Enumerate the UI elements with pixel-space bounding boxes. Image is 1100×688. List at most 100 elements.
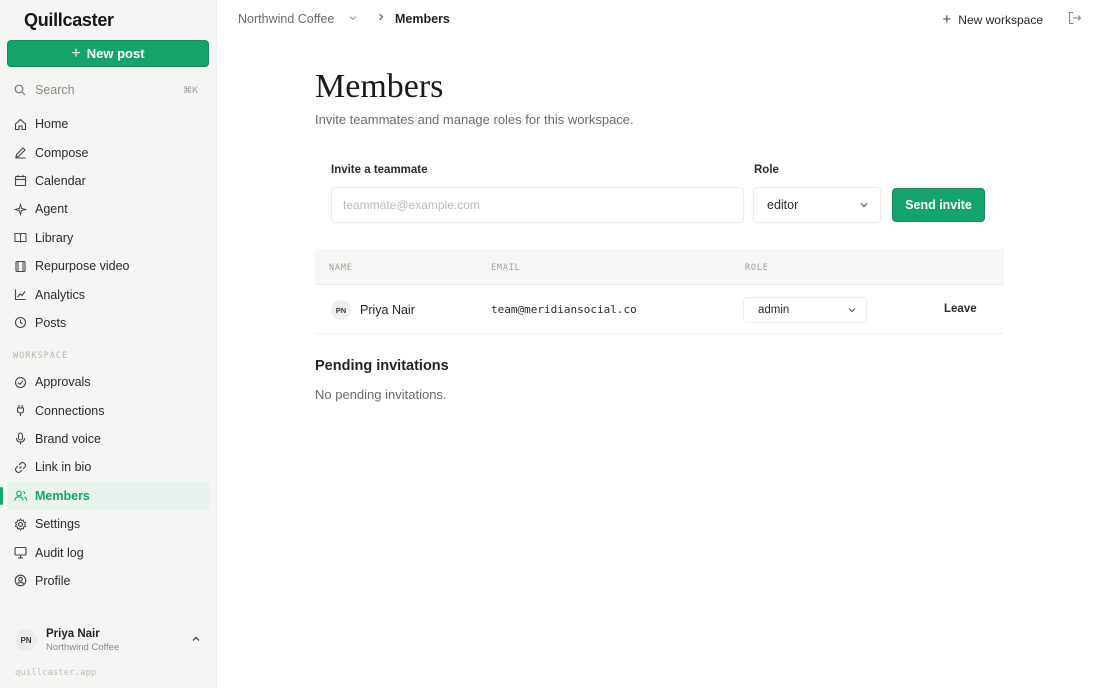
sidebar-item-approvals[interactable]: Approvals	[0, 368, 217, 396]
app-domain-footer: quillcaster.app	[15, 668, 97, 678]
chevron-right-icon	[376, 12, 386, 25]
sidebar-item-brand-voice[interactable]: Brand voice	[0, 425, 217, 453]
sidebar-item-label: Connections	[35, 403, 105, 418]
sidebar-item-label: Audit log	[35, 545, 84, 560]
member-role-select[interactable]: admin	[743, 297, 867, 323]
sidebar-item-label: Analytics	[35, 287, 86, 302]
sidebar-item-calendar[interactable]: Calendar	[0, 167, 217, 195]
sidebar-item-label: Link in bio	[35, 460, 92, 475]
sidebar-item-label: Profile	[35, 573, 71, 588]
member-name: Priya Nair	[360, 303, 415, 317]
sidebar-item-label: Posts	[35, 315, 67, 330]
chevron-up-icon	[191, 634, 201, 647]
main-nav: Home Compose Calendar Agent Library Repu…	[0, 110, 217, 337]
page-subtitle: Invite teammates and manage roles for th…	[315, 112, 634, 127]
sidebar-item-label: Members	[35, 488, 90, 503]
pending-empty-state: No pending invitations.	[315, 387, 447, 402]
mic-icon	[13, 431, 28, 446]
brand-logo[interactable]: Quillcaster	[24, 10, 114, 31]
search-icon	[14, 84, 28, 96]
avatar: PN	[331, 300, 351, 320]
sidebar-item-members[interactable]: Members	[0, 481, 210, 510]
sidebar-item-audit-log[interactable]: Audit log	[0, 538, 217, 566]
page-title: Members	[315, 68, 444, 105]
sparkle-icon	[13, 202, 28, 217]
user-circle-icon	[13, 573, 28, 588]
user-name: Priya Nair	[46, 627, 100, 640]
gear-icon	[13, 517, 28, 532]
topbar: Northwind Coffee Members + New workspace	[217, 0, 1100, 40]
breadcrumb-current: Members	[395, 12, 450, 26]
leave-button[interactable]: Leave	[944, 303, 977, 315]
invite-label: Invite a teammate	[331, 164, 428, 176]
role-select[interactable]: editor	[753, 187, 881, 223]
column-header-email: EMAIL	[491, 263, 521, 273]
invite-email-input[interactable]	[331, 187, 744, 223]
new-post-button[interactable]: + New post	[7, 40, 209, 67]
sidebar-item-label: Home	[35, 117, 69, 132]
search-shortcut: ⌘K	[182, 84, 198, 95]
members-table-header: NAME EMAIL ROLE	[315, 249, 1004, 285]
check-circle-icon	[13, 375, 28, 390]
sidebar-item-label: Compose	[35, 145, 89, 160]
pencil-icon	[13, 145, 28, 160]
sidebar-item-connections[interactable]: Connections	[0, 396, 217, 424]
sidebar-item-label: Approvals	[35, 375, 91, 390]
new-workspace-label: New workspace	[958, 12, 1043, 27]
column-header-name: NAME	[329, 263, 353, 273]
home-icon	[13, 117, 28, 132]
pending-invitations-title: Pending invitations	[315, 358, 449, 374]
sidebar-item-label: Brand voice	[35, 431, 102, 446]
role-label: Role	[754, 164, 779, 176]
sidebar-item-label: Library	[35, 230, 74, 245]
link-icon	[13, 460, 28, 475]
sidebar-item-label: Repurpose video	[35, 259, 130, 274]
new-post-label: New post	[86, 46, 145, 61]
users-icon	[13, 488, 28, 503]
avatar: PN	[15, 629, 37, 651]
monitor-icon	[13, 545, 28, 560]
user-org: Northwind Coffee	[46, 641, 120, 653]
sidebar-item-profile[interactable]: Profile	[0, 567, 217, 595]
member-role-value: admin	[758, 304, 790, 316]
sidebar-item-home[interactable]: Home	[0, 110, 217, 138]
plus-icon: +	[71, 44, 81, 62]
chevron-down-icon	[847, 305, 857, 315]
search-placeholder: Search	[35, 83, 75, 97]
sidebar-item-label: Settings	[35, 517, 81, 532]
section-label-workspace: WORKSPACE	[13, 351, 69, 361]
sidebar-item-repurpose-video[interactable]: Repurpose video	[0, 252, 217, 280]
sidebar-item-library[interactable]: Library	[0, 224, 217, 252]
breadcrumb-workspace[interactable]: Northwind Coffee	[238, 12, 334, 26]
chart-icon	[13, 287, 28, 302]
role-select-value: editor	[767, 198, 799, 212]
sidebar-item-label: Calendar	[35, 173, 86, 188]
chevron-down-icon	[859, 200, 869, 210]
sidebar-item-settings[interactable]: Settings	[0, 510, 217, 538]
sidebar: Quillcaster + New post Search ⌘K Home Co…	[0, 0, 217, 688]
sidebar-item-agent[interactable]: Agent	[0, 195, 217, 223]
column-header-role: ROLE	[745, 263, 769, 273]
book-icon	[13, 230, 28, 245]
table-row: PN Priya Nair team@meridiansocial.co adm…	[315, 286, 1004, 334]
chevron-down-icon[interactable]	[348, 13, 358, 26]
user-menu[interactable]: PN Priya Nair Northwind Coffee	[7, 623, 209, 657]
clock-icon	[13, 315, 28, 330]
sidebar-search[interactable]: Search ⌘K	[7, 80, 209, 100]
logout-icon[interactable]	[1068, 11, 1082, 25]
active-indicator	[0, 486, 3, 505]
sidebar-item-posts[interactable]: Posts	[0, 309, 217, 337]
film-icon	[13, 259, 28, 274]
sidebar-item-link-in-bio[interactable]: Link in bio	[0, 453, 217, 481]
sidebar-item-label: Agent	[35, 202, 68, 217]
workspace-nav: Approvals Connections Brand voice Link i…	[0, 368, 217, 595]
member-email: team@meridiansocial.co	[491, 303, 637, 316]
new-workspace-button[interactable]: + New workspace	[943, 12, 1043, 27]
sidebar-item-analytics[interactable]: Analytics	[0, 280, 217, 308]
sidebar-item-compose[interactable]: Compose	[0, 138, 217, 166]
user-info: Priya Nair Northwind Coffee	[46, 628, 119, 653]
plug-icon	[13, 403, 28, 418]
send-invite-button[interactable]: Send invite	[892, 188, 985, 222]
plus-icon: +	[942, 11, 952, 28]
calendar-icon	[13, 173, 28, 188]
